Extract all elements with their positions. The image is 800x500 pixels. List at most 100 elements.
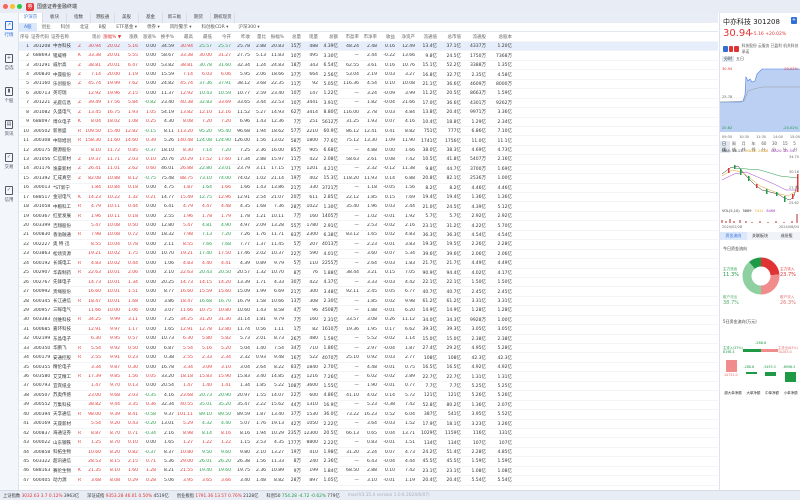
- subtab-A股[interactable]: A股: [19, 22, 37, 32]
- column-header-total-cap[interactable]: 总市值: [439, 34, 463, 40]
- tab-美股[interactable]: 美股: [115, 13, 139, 23]
- table-row[interactable]: 1 301208 中亦科技 Z 30.94 20.02 5.16 0.00 34.59 30.94…: [19, 42, 718, 52]
- table-row[interactable]: 42 600837 海通证券 R 8.87 8.70 0.71 -0.34 2.16 8.98 8.…: [19, 429, 718, 439]
- table-row[interactable]: 14 301176 逸豪新材 Z 26.41 11.01 2.62 0.60 46.01 26.8…: [19, 165, 718, 175]
- column-header-price[interactable]: 现价: [84, 34, 103, 40]
- tab-intraday[interactable]: 分时: [722, 56, 734, 62]
- table-row[interactable]: 18 301058 中粮科工 R 4.79 10.11 0.44 0.00 6.41 4.79 4.…: [19, 202, 718, 212]
- subtab-沪深300[interactable]: 沪深300 ▾: [233, 23, 264, 32]
- table-row[interactable]: 44 300858 科拓生物 10.60 8.20 0.82 -0.37 8.37 10.80 9…: [19, 448, 718, 458]
- sidebar-item-自选[interactable]: + 自选: [0, 46, 18, 79]
- table-row[interactable]: 17 688517 金冠电气 K 14.23 10.22 1.32 0.21 14.77 15.4…: [19, 193, 718, 203]
- column-header-high[interactable]: 最高: [176, 34, 195, 40]
- table-row[interactable]: 15 301392 汇成真空 Z 82.08 10.88 8.12 -0.75 75.48 88.…: [19, 174, 718, 184]
- tab-板块[interactable]: 板块: [43, 13, 67, 23]
- table-row[interactable]: 22 002227 奥 特 迅 8.55 10.04 0.78 0.00 2.11 8.55 7.…: [19, 240, 718, 250]
- table-row[interactable]: 8 301082 久盛电气 Z 13.45 16.75 1.93 1.05 54.19 13.82…: [19, 108, 718, 118]
- subtab-北证[interactable]: 北证: [75, 23, 94, 32]
- table-row[interactable]: 27 600992 贵绳股份 16.60 10.01 1.51 0.00 8.77 16.60 1…: [19, 287, 718, 297]
- table-row[interactable]: 23 603863 松炀资源 19.21 10.02 1.75 0.00 10.70 19.21…: [19, 250, 718, 260]
- subtab-ETF基金[interactable]: ETF基金 ▾: [111, 23, 142, 32]
- table-row[interactable]: 9 688097 博众电子 K 8.04 18.02 1.08 0.25 4.30 8.08 7.2…: [19, 118, 718, 127]
- column-header-volume[interactable]: 总量: [286, 34, 303, 40]
- subtab-风险警示[interactable]: 风险警示 ▾: [165, 23, 197, 32]
- table-row[interactable]: 35 600355 精伦电子 3.34 9.87 0.30 0.00 16.78 3.34 3.0…: [19, 363, 718, 373]
- index-quote-上证指数[interactable]: 上证指数 3032.63 3.7 0.12% 3963亿: [3, 493, 79, 499]
- tab-沪深京[interactable]: 沪深京: [19, 13, 43, 23]
- table-row[interactable]: 45 603322 超讯通信 28.53 8.15 2.15 0.71 5.36 29.00 26…: [19, 457, 718, 467]
- maximize-window-button[interactable]: [17, 4, 22, 9]
- table-row[interactable]: 2 688693 锴威特 K 33.38 20.01 5.55 0.00 58.67 33.38 3…: [19, 51, 718, 61]
- table-row[interactable]: 10 300502 新易盛 R 109.50 15.40 12.82 -0.15 8.11 113…: [19, 127, 718, 137]
- column-header-name[interactable]: 证券名称: [51, 34, 76, 40]
- minimize-window-button[interactable]: [10, 4, 15, 9]
- table-row[interactable]: 46 688163 赛伦生物 K 21.35 8.10 1.60 1.28 8.21 21.55 1…: [19, 467, 718, 477]
- column-header-current-volume[interactable]: 现量: [303, 34, 320, 40]
- table-row[interactable]: 11 300308 中际旭创 R 158.30 11.60 14.60 0.39 5.26 140…: [19, 136, 718, 146]
- table-row[interactable]: 20 603399 吉翔股份 5.47 10.08 0.50 0.00 12.80 5.47 4.…: [19, 221, 718, 231]
- column-header-pe[interactable]: 市盈率: [340, 34, 361, 40]
- close-window-button[interactable]: [3, 4, 8, 9]
- subtab-科创[interactable]: 科创: [56, 23, 75, 32]
- table-row[interactable]: 26 002767 先锋电子 14.73 10.01 1.34 0.00 20.25 14.73…: [19, 278, 718, 288]
- table-row[interactable]: 47 600405 动力源 R 3.68 8.08 0.29 0.28 5.06 3.95 3.65…: [19, 476, 718, 486]
- table-row[interactable]: 31 600685 嘉环科技 12.91 9.97 1.17 0.00 1.65 12.91 12…: [19, 325, 718, 335]
- column-header-code[interactable]: 证券代码: [31, 34, 51, 40]
- sidebar-item-行情[interactable]: ↗ 行情: [0, 13, 18, 46]
- table-row[interactable]: 36 603580 艾艾精工 R 17.39 9.85 1.56 0.05 33.20 18.18…: [19, 372, 718, 382]
- table-row[interactable]: 29 300957 三晖电气 11.66 10.00 1.06 0.00 3.07 11.66 1…: [19, 306, 718, 316]
- table-row[interactable]: 24 600192 长城电工 R 4.83 10.02 0.44 0.00 1.06 4.83 4.…: [19, 259, 718, 269]
- column-header-amount[interactable]: 总额: [320, 34, 340, 40]
- column-header-change-pct[interactable]: 涨幅% ▼: [103, 34, 122, 40]
- table-row[interactable]: 38 300507 苏奥传感 23.00 9.68 2.03 -0.35 4.16 23.68 2…: [19, 391, 718, 401]
- tab-five-day[interactable]: 五日: [734, 56, 746, 62]
- tab-港股通[interactable]: 港股通: [91, 13, 115, 23]
- sidebar-item-资讯[interactable]: ▤ 资讯: [0, 112, 18, 145]
- table-row[interactable]: 25 002907 华森制药 R 22.63 10.01 2.06 0.00 2.10 22.63…: [19, 269, 718, 278]
- subtab-B股[interactable]: B股: [94, 23, 112, 32]
- table-row[interactable]: 5 301160 乐创股份 Z 45.74 19.99 7.62 0.00 24.82 45.74…: [19, 80, 718, 90]
- table-row[interactable]: 12 300175 朗源股份 8.10 11.72 0.85 -0.37 18.10 8.30 7…: [19, 146, 718, 156]
- column-header-low[interactable]: 最低: [195, 34, 214, 40]
- table-row[interactable]: 41 300169 天晟新材 5.54 9.20 0.43 -0.20 13.01 5.29 4.…: [19, 420, 718, 429]
- tab-期权现货[interactable]: 期权现货: [211, 13, 235, 23]
- column-header-float-shares[interactable]: 流通股: [463, 34, 488, 40]
- subtab-科创板CDR[interactable]: 科创板CDR ▾: [196, 23, 233, 32]
- sidebar-item-信用[interactable]: ✓ 信用: [0, 178, 18, 211]
- add-favorite-button[interactable]: +: [791, 17, 797, 24]
- index-quote-科创50[interactable]: 科创50 754.28 -4.72 -0.62% 779亿: [266, 493, 339, 499]
- table-row[interactable]: 3 301291 威尔高 Z 38.81 20.01 6.47 0.00 53.82 38.81 3…: [19, 61, 718, 71]
- column-header-float-cap[interactable]: 流通值: [417, 34, 439, 40]
- column-header-volume-ratio[interactable]: 量比: [252, 34, 268, 40]
- column-header-eps[interactable]: 收益: [379, 34, 397, 40]
- table-row[interactable]: 7 301221 光庭信息 Z 39.49 17.56 5.84 -0.82 23.40 40.3…: [19, 99, 718, 109]
- column-header-open[interactable]: 今开: [214, 34, 233, 40]
- table-row[interactable]: 43 600022 山东钢铁 R 1.25 8.70 0.10 0.00 1.65 1.27 1.2…: [19, 438, 718, 448]
- flow-tab-成份股[interactable]: 成份股: [773, 232, 800, 240]
- column-header-pb[interactable]: 市净率: [361, 34, 379, 40]
- column-header-total-shares[interactable]: 总股本: [488, 34, 514, 40]
- tab-基金[interactable]: 基金: [139, 13, 163, 23]
- flow-tab-资金流向[interactable]: 资金流向: [720, 232, 747, 240]
- table-row[interactable]: 16 300013 *ST新宁 1.84 10.84 0.18 0.00 4.75 1.87 1.…: [19, 184, 718, 193]
- table-row[interactable]: 39 300552 万集科技 38.82 9.44 3.35 0.36 32.34 40.55 3…: [19, 401, 718, 411]
- sidebar-item-交易[interactable]: ✓ 交易: [0, 145, 18, 178]
- column-header-amplitude[interactable]: 振幅%: [268, 34, 286, 40]
- table-row[interactable]: 6 300713 英可瑞 12.92 19.96 2.15 0.00 11.37 12.92 10…: [19, 89, 718, 99]
- table-row[interactable]: 34 600179 安通控股 R 2.55 9.91 0.23 0.00 0.38 2.55 2.3…: [19, 353, 718, 363]
- column-header-nav[interactable]: 净资产: [397, 34, 417, 40]
- subtab-创业[interactable]: 创业: [37, 23, 56, 32]
- index-quote-创业板指[interactable]: 创业板指 1791.36 13.57 0.76% 2128亿: [177, 493, 259, 499]
- column-header-turnover[interactable]: 换手%: [158, 34, 176, 40]
- table-row[interactable]: 4 300830 中晟股份 Z 7.14 20.00 1.19 0.00 15.59 7.14 6.…: [19, 70, 718, 80]
- subtab-债券[interactable]: 债券 ▾: [142, 23, 165, 32]
- table-row[interactable]: 13 301056 仁信新材 Z 19.37 11.71 2.03 0.10 20.76 20.2…: [19, 155, 718, 165]
- table-row[interactable]: 30 603383 创维科技 R 34.25 9.99 3.11 0.00 7.25 34.25 3…: [19, 316, 718, 326]
- table-row[interactable]: 33 300350 华鹏飞 R 5.54 9.92 0.50 0.00 6.87 5.54 5.16…: [19, 344, 718, 354]
- flow-tab-关联板块[interactable]: 关联板块: [747, 232, 774, 240]
- sidebar-item-个股[interactable]: ▮ 个股: [0, 79, 18, 112]
- table-row[interactable]: 28 600345 长江通信 R 18.47 10.01 1.68 0.00 3.86 18.47…: [19, 297, 718, 307]
- table-row[interactable]: 40 300394 天孚通信 R 98.00 9.39 8.41 -0.58 9.37 101.1…: [19, 410, 718, 420]
- column-header-change[interactable]: 涨跌: [122, 34, 140, 40]
- column-header-index[interactable]: 序号: [19, 34, 31, 40]
